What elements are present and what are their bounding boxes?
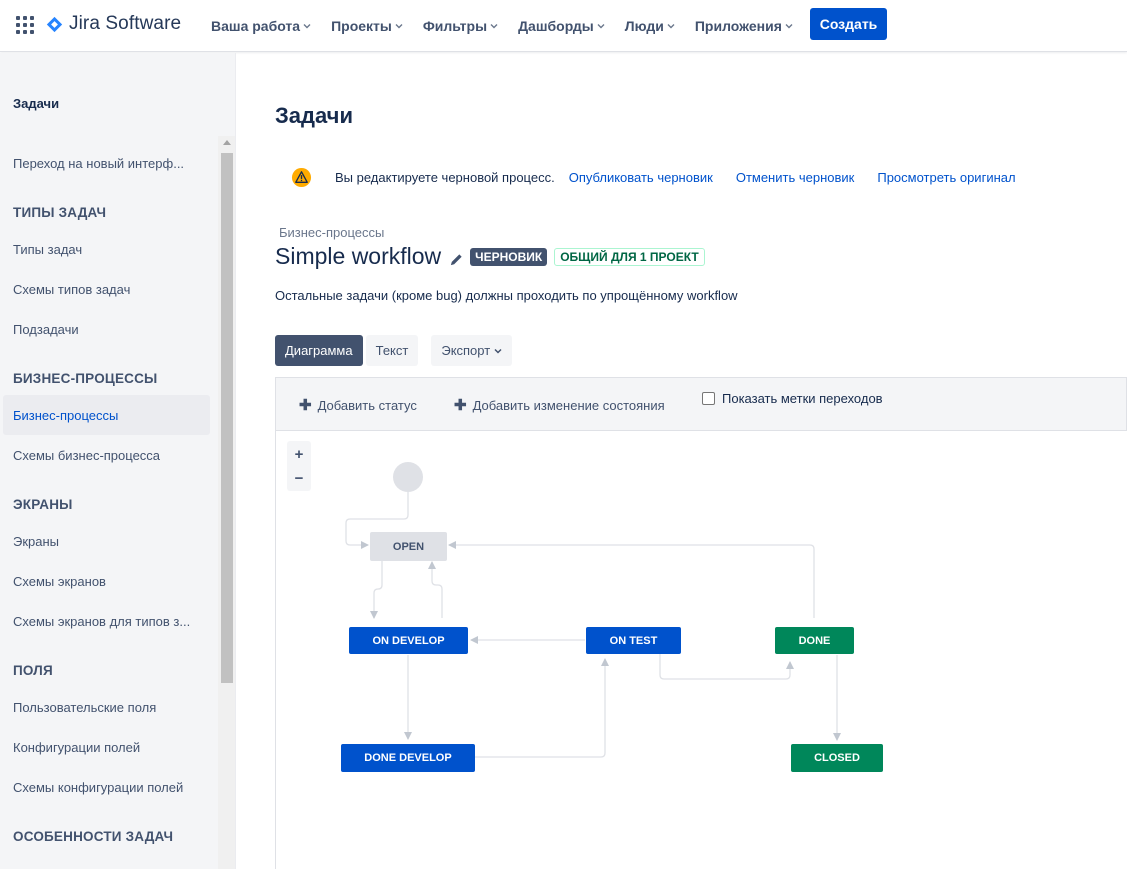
sidebar-item-workflow-schemes[interactable]: Схемы бизнес-процесса bbox=[3, 435, 210, 475]
nav-your-work[interactable]: Ваша работа bbox=[211, 18, 311, 34]
status-done[interactable]: DONE bbox=[775, 627, 854, 654]
sidebar-item-screens[interactable]: Экраны bbox=[3, 521, 210, 561]
nav-label: Дашборды bbox=[518, 18, 594, 34]
view-original-link[interactable]: Просмотреть оригинал bbox=[877, 170, 1015, 185]
view-tabs: Диаграмма Текст Экспорт bbox=[275, 335, 513, 366]
show-transition-labels-toggle[interactable]: Показать метки переходов bbox=[702, 391, 883, 406]
chevron-down-icon bbox=[494, 348, 502, 354]
start-node[interactable] bbox=[393, 462, 423, 492]
main-content: Задачи Вы редактируете черновой процесс.… bbox=[237, 53, 1127, 869]
open-to-on-develop-arrow bbox=[370, 561, 383, 619]
tab-diagram[interactable]: Диаграмма bbox=[275, 335, 363, 366]
chevron-down-icon bbox=[667, 24, 675, 29]
on-test-to-done-arrow bbox=[659, 654, 794, 680]
plus-icon: ✚ bbox=[454, 397, 467, 414]
workflow-title-row: Simple workflow ЧЕРНОВИК ОБЩИЙ ДЛЯ 1 ПРО… bbox=[275, 243, 705, 270]
done-to-open-arrow bbox=[448, 541, 815, 618]
done-develop-to-on-test-arrow bbox=[475, 658, 609, 758]
sidebar-item-issue-type-screen-schemes[interactable]: Схемы экранов для типов з... bbox=[3, 601, 210, 641]
nav-apps[interactable]: Приложения bbox=[695, 18, 793, 34]
sidebar-item-issue-type-schemes[interactable]: Схемы типов задач bbox=[3, 269, 210, 309]
workflow-description: Остальные задачи (кроме bug) должны прох… bbox=[275, 288, 738, 303]
sidebar-heading-workflows: БИЗНЕС-ПРОЦЕССЫ bbox=[13, 371, 158, 386]
edit-pencil-icon[interactable] bbox=[449, 252, 464, 267]
sidebar-item-subtasks[interactable]: Подзадачи bbox=[3, 309, 210, 349]
scroll-up-arrow-icon[interactable] bbox=[223, 140, 231, 145]
add-transition-button[interactable]: ✚ Добавить изменение состояния bbox=[454, 396, 665, 414]
nav-menu: Ваша работа Проекты Фильтры Дашборды Люд… bbox=[211, 0, 813, 52]
app-switcher-icon[interactable] bbox=[16, 16, 34, 34]
sidebar-item-field-configuration-schemes[interactable]: Схемы конфигурации полей bbox=[3, 767, 210, 807]
logo-text: Jira Software bbox=[69, 13, 182, 34]
top-navigation: Jira Software Ваша работа Проекты Фильтр… bbox=[0, 0, 1127, 52]
sidebar-item-custom-fields[interactable]: Пользовательские поля bbox=[3, 687, 210, 727]
sidebar-heading-issue-features: ОСОБЕННОСТИ ЗАДАЧ bbox=[13, 829, 174, 844]
admin-sidebar: Задачи Переход на новый интерф... ТИПЫ З… bbox=[0, 53, 236, 869]
chevron-down-icon bbox=[597, 24, 605, 29]
show-labels-label: Показать метки переходов bbox=[722, 391, 883, 406]
tab-text[interactable]: Текст bbox=[365, 335, 419, 366]
status-on-test[interactable]: ON TEST bbox=[586, 627, 681, 654]
add-status-label: Добавить статус bbox=[317, 397, 417, 413]
sidebar-header: Задачи bbox=[13, 96, 60, 111]
plus-icon: ✚ bbox=[299, 397, 312, 414]
chevron-down-icon bbox=[395, 24, 403, 29]
page-title: Задачи bbox=[275, 103, 353, 128]
nav-label: Фильтры bbox=[422, 18, 488, 34]
draft-warning-bar: Вы редактируете черновой процесс. Опубли… bbox=[291, 165, 1039, 189]
sidebar-heading-fields: ПОЛЯ bbox=[13, 663, 53, 678]
nav-people[interactable]: Люди bbox=[625, 18, 675, 34]
nav-label: Люди bbox=[624, 18, 664, 34]
sidebar-item-workflows[interactable]: Бизнес-процессы bbox=[3, 395, 210, 435]
show-labels-checkbox[interactable] bbox=[702, 392, 715, 405]
nav-label: Приложения bbox=[694, 18, 782, 34]
workflow-title: Simple workflow bbox=[275, 243, 442, 269]
nav-label: Ваша работа bbox=[211, 18, 301, 34]
workflow-diagram-canvas[interactable]: + − OPEN ON DEVELOP ON TEST DONE DONE DE… bbox=[275, 431, 1127, 869]
status-open[interactable]: OPEN bbox=[370, 532, 447, 561]
add-status-button[interactable]: ✚ Добавить статус bbox=[299, 396, 417, 414]
nav-dashboards[interactable]: Дашборды bbox=[518, 18, 605, 34]
breadcrumb[interactable]: Бизнес-процессы bbox=[279, 225, 384, 240]
warning-icon bbox=[291, 167, 312, 187]
on-develop-to-open-arrow bbox=[428, 561, 443, 618]
export-dropdown[interactable]: Экспорт bbox=[431, 335, 513, 366]
sidebar-item-issue-types[interactable]: Типы задач bbox=[3, 229, 210, 269]
sidebar-scrollbar[interactable] bbox=[218, 136, 235, 869]
sidebar-scrollbar-thumb[interactable] bbox=[221, 153, 233, 683]
jira-diamond-icon bbox=[46, 16, 63, 32]
add-transition-label: Добавить изменение состояния bbox=[472, 397, 665, 413]
nav-label: Проекты bbox=[331, 18, 392, 34]
jira-logo[interactable]: Jira Software bbox=[46, 13, 181, 35]
status-closed[interactable]: CLOSED bbox=[791, 744, 883, 772]
status-done-develop[interactable]: DONE DEVELOP bbox=[341, 744, 475, 772]
nav-filters[interactable]: Фильтры bbox=[423, 18, 498, 34]
status-on-develop[interactable]: ON DEVELOP bbox=[349, 627, 468, 654]
nav-projects[interactable]: Проекты bbox=[331, 18, 403, 34]
chevron-down-icon bbox=[303, 24, 311, 29]
sidebar-item-screen-schemes[interactable]: Схемы экранов bbox=[3, 561, 210, 601]
sidebar-item-field-configurations[interactable]: Конфигурации полей bbox=[3, 727, 210, 767]
draft-badge: ЧЕРНОВИК bbox=[470, 247, 548, 266]
sidebar-item-new-ui[interactable]: Переход на новый интерф... bbox=[3, 143, 210, 183]
export-label: Экспорт bbox=[441, 343, 491, 358]
create-button[interactable]: Создать bbox=[810, 8, 887, 40]
chevron-down-icon bbox=[785, 24, 793, 29]
diagram-toolbar: ✚ Добавить статус ✚ Добавить изменение с… bbox=[275, 377, 1127, 431]
discard-draft-link[interactable]: Отменить черновик bbox=[736, 170, 855, 185]
publish-draft-link[interactable]: Опубликовать черновик bbox=[569, 170, 713, 185]
shared-badge[interactable]: ОБЩИЙ ДЛЯ 1 ПРОЕКТ bbox=[554, 247, 705, 266]
chevron-down-icon bbox=[490, 24, 498, 29]
draft-warning-text: Вы редактируете черновой процесс. bbox=[335, 169, 555, 185]
sidebar-heading-screens: ЭКРАНЫ bbox=[13, 497, 73, 512]
sidebar-heading-issue-types: ТИПЫ ЗАДАЧ bbox=[13, 205, 107, 220]
